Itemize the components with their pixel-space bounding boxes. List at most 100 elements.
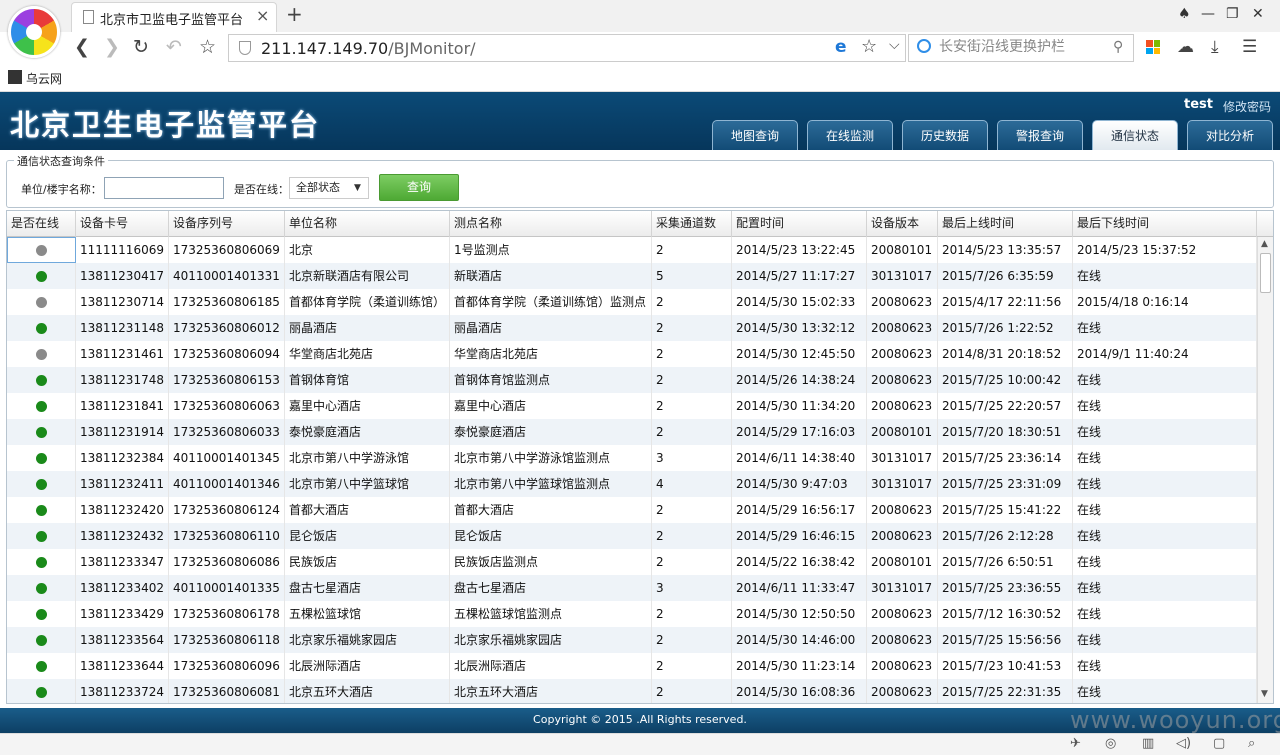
table-row[interactable]: 13811230417 40110001401331 北京新联酒店有限公司 新联酒店 5… — [7, 263, 1257, 289]
table-row[interactable]: 13811232420 17325360806124 首都大酒店 首都大酒店 2 2014… — [7, 497, 1257, 523]
apps-grid-icon[interactable] — [1146, 40, 1160, 54]
table-row[interactable]: 13811233564 17325360806118 北京家乐福姚家园店 北京家乐福姚… — [7, 627, 1257, 653]
maximize-icon[interactable]: ❐ — [1226, 6, 1239, 22]
tab-close-icon[interactable]: × — [256, 6, 269, 25]
cell-channels: 2 — [652, 523, 732, 549]
header-col-last-online[interactable]: 最后上线时间 — [938, 211, 1073, 237]
cell-channels: 2 — [652, 549, 732, 575]
tab-comm-status[interactable]: 通信状态 — [1092, 120, 1178, 150]
table-row[interactable]: 13811233724 17325360806081 北京五环大酒店 北京五环大酒店 2… — [7, 679, 1257, 703]
unit-name-input[interactable] — [104, 177, 224, 199]
zoom-icon[interactable]: ⌕ — [1248, 736, 1255, 751]
table-row[interactable]: 13811230714 17325360806185 首都体育学院（柔道训练馆） 首都… — [7, 289, 1257, 315]
table-row[interactable]: 13811231461 17325360806094 华堂商店北苑店 华堂商店北苑店 2… — [7, 341, 1257, 367]
cell-unit: 北辰洲际酒店 — [285, 653, 450, 679]
table-row[interactable]: 13811231148 17325360806012 丽晶酒店 丽晶酒店 2 2014/5… — [7, 315, 1257, 341]
table-row[interactable]: 13811232384 40110001401345 北京市第八中学游泳馆 北京市第八… — [7, 445, 1257, 471]
dropdown-chevron-icon[interactable]: ⌵ — [889, 37, 900, 53]
tab-compare-analysis[interactable]: 对比分析 — [1187, 120, 1273, 150]
reload-icon[interactable]: ↻ — [133, 36, 149, 58]
table-row[interactable]: 13811233347 17325360806086 民族饭店 民族饭店监测点 2 201… — [7, 549, 1257, 575]
search-icon[interactable]: ⚲ — [1113, 39, 1123, 55]
table-row[interactable]: 13811231748 17325360806153 首钢体育馆 首钢体育馆监测点 2 2… — [7, 367, 1257, 393]
ie-mode-icon[interactable]: e — [835, 37, 847, 57]
search-bar[interactable]: ⚲ — [908, 34, 1134, 62]
table-row[interactable]: 13811233402 40110001401335 盘古七星酒店 盘古七星酒店 3 20… — [7, 575, 1257, 601]
online-status-select[interactable]: 全部状态 ▼ — [289, 177, 369, 199]
cell-online — [7, 341, 76, 367]
header-col-unit[interactable]: 单位名称 — [285, 211, 450, 237]
cell-config-time: 2014/5/29 16:46:15 — [732, 523, 867, 549]
cell-serial: 17325360806086 — [169, 549, 285, 575]
cell-point: 民族饭店监测点 — [450, 549, 652, 575]
volume-icon[interactable]: ◁) — [1176, 736, 1191, 751]
search-input[interactable] — [939, 39, 1109, 55]
header-col-last-offline[interactable]: 最后下线时间 — [1073, 211, 1257, 237]
cell-channels: 2 — [652, 653, 732, 679]
forward-icon[interactable]: ❯ — [104, 36, 120, 58]
tab-online-monitor[interactable]: 在线监测 — [807, 120, 893, 150]
favorite-star-icon[interactable]: ☆ — [199, 36, 216, 58]
cell-channels: 2 — [652, 601, 732, 627]
cell-last-offline: 在线 — [1073, 523, 1257, 549]
header-col-card[interactable]: 设备卡号 — [76, 211, 169, 237]
minimize-icon[interactable]: — — [1201, 6, 1215, 22]
table-row[interactable]: 13811231841 17325360806063 嘉里中心酒店 嘉里中心酒店 2 20… — [7, 393, 1257, 419]
new-tab-icon[interactable]: + — [286, 2, 303, 26]
tab-map-query[interactable]: 地图查询 — [712, 120, 798, 150]
table-row[interactable]: 13811233429 17325360806178 五棵松篮球馆 五棵松篮球馆监测点… — [7, 601, 1257, 627]
comm-status-table: 是否在线 设备卡号 设备序列号 单位名称 测点名称 采集通道数 配置时间 设备版本 最后上线时间… — [6, 210, 1274, 704]
online-status-dot-icon — [36, 687, 47, 698]
tab-history-data[interactable]: 历史数据 — [902, 120, 988, 150]
pin-icon[interactable]: ✈ — [1070, 736, 1081, 751]
menu-icon[interactable]: ☰ — [1242, 37, 1257, 57]
browser-logo-icon[interactable] — [8, 6, 60, 58]
bookmark-link[interactable]: 乌云网 — [26, 70, 62, 87]
header-col-channels[interactable]: 采集通道数 — [652, 211, 732, 237]
cell-serial: 17325360806081 — [169, 679, 285, 703]
tab-alarm-query[interactable]: 警报查询 — [997, 120, 1083, 150]
cell-online — [7, 367, 76, 393]
header-col-version[interactable]: 设备版本 — [867, 211, 938, 237]
header-col-online[interactable]: 是否在线 — [7, 211, 76, 237]
table-scrollbar[interactable]: ▲ ▼ — [1257, 237, 1273, 703]
cell-last-online: 2015/7/20 18:30:51 — [938, 419, 1073, 445]
cell-last-offline: 在线 — [1073, 419, 1257, 445]
cell-last-offline: 在线 — [1073, 263, 1257, 289]
cell-version: 30131017 — [867, 471, 938, 497]
query-button[interactable]: 查询 — [379, 174, 459, 201]
cell-serial: 17325360806094 — [169, 341, 285, 367]
back-icon[interactable]: ❮ — [74, 36, 90, 58]
header-col-config-time[interactable]: 配置时间 — [732, 211, 867, 237]
cloud-icon[interactable]: ☁ — [1177, 37, 1194, 57]
table-row[interactable]: 11111116069 17325360806069 北京 1号监测点 2 2014/5/… — [7, 237, 1257, 263]
cell-point: 北京市第八中学游泳馆监测点 — [450, 445, 652, 471]
header-col-serial[interactable]: 设备序列号 — [169, 211, 285, 237]
bookmark-star-icon[interactable]: ☆ — [861, 36, 877, 57]
address-bar[interactable]: 211.147.149.70/BJMonitor/ e ☆ ⌵ — [228, 34, 906, 62]
table-row[interactable]: 13811232411 40110001401346 北京市第八中学篮球馆 北京市第八… — [7, 471, 1257, 497]
scroll-down-icon[interactable]: ▼ — [1261, 689, 1268, 699]
scroll-up-icon[interactable]: ▲ — [1261, 239, 1268, 249]
cell-point: 嘉里中心酒店 — [450, 393, 652, 419]
cell-version: 30131017 — [867, 263, 938, 289]
undo-icon[interactable]: ↶ — [166, 36, 182, 58]
cell-channels: 2 — [652, 497, 732, 523]
status-select-value: 全部状态 — [296, 181, 340, 194]
scroll-thumb[interactable] — [1260, 253, 1271, 293]
table-row[interactable]: 13811231914 17325360806033 泰悦豪庭酒店 泰悦豪庭酒店 2 20… — [7, 419, 1257, 445]
cell-version: 20080623 — [867, 341, 938, 367]
speed-icon[interactable]: ◎ — [1105, 736, 1116, 751]
browser-tab-active[interactable]: 北京市卫监电子监管平台 × — [71, 2, 277, 32]
table-row[interactable]: 13811232432 17325360806110 昆仑饭店 昆仑饭店 2 2014/5… — [7, 523, 1257, 549]
trash-icon[interactable]: ▥ — [1142, 736, 1154, 751]
window-icon[interactable]: ▢ — [1213, 736, 1225, 751]
cell-serial: 17325360806110 — [169, 523, 285, 549]
skin-icon[interactable]: ♠ — [1178, 6, 1191, 22]
download-icon[interactable]: ⤓ — [1211, 37, 1219, 57]
table-row[interactable]: 13811233644 17325360806096 北辰洲际酒店 北辰洲际酒店 2 20… — [7, 653, 1257, 679]
tab-title: 北京市卫监电子监管平台 — [100, 13, 244, 28]
header-col-point[interactable]: 测点名称 — [450, 211, 652, 237]
change-password-link[interactable]: 修改密码 — [1223, 98, 1271, 115]
close-window-icon[interactable]: ✕ — [1252, 6, 1264, 22]
